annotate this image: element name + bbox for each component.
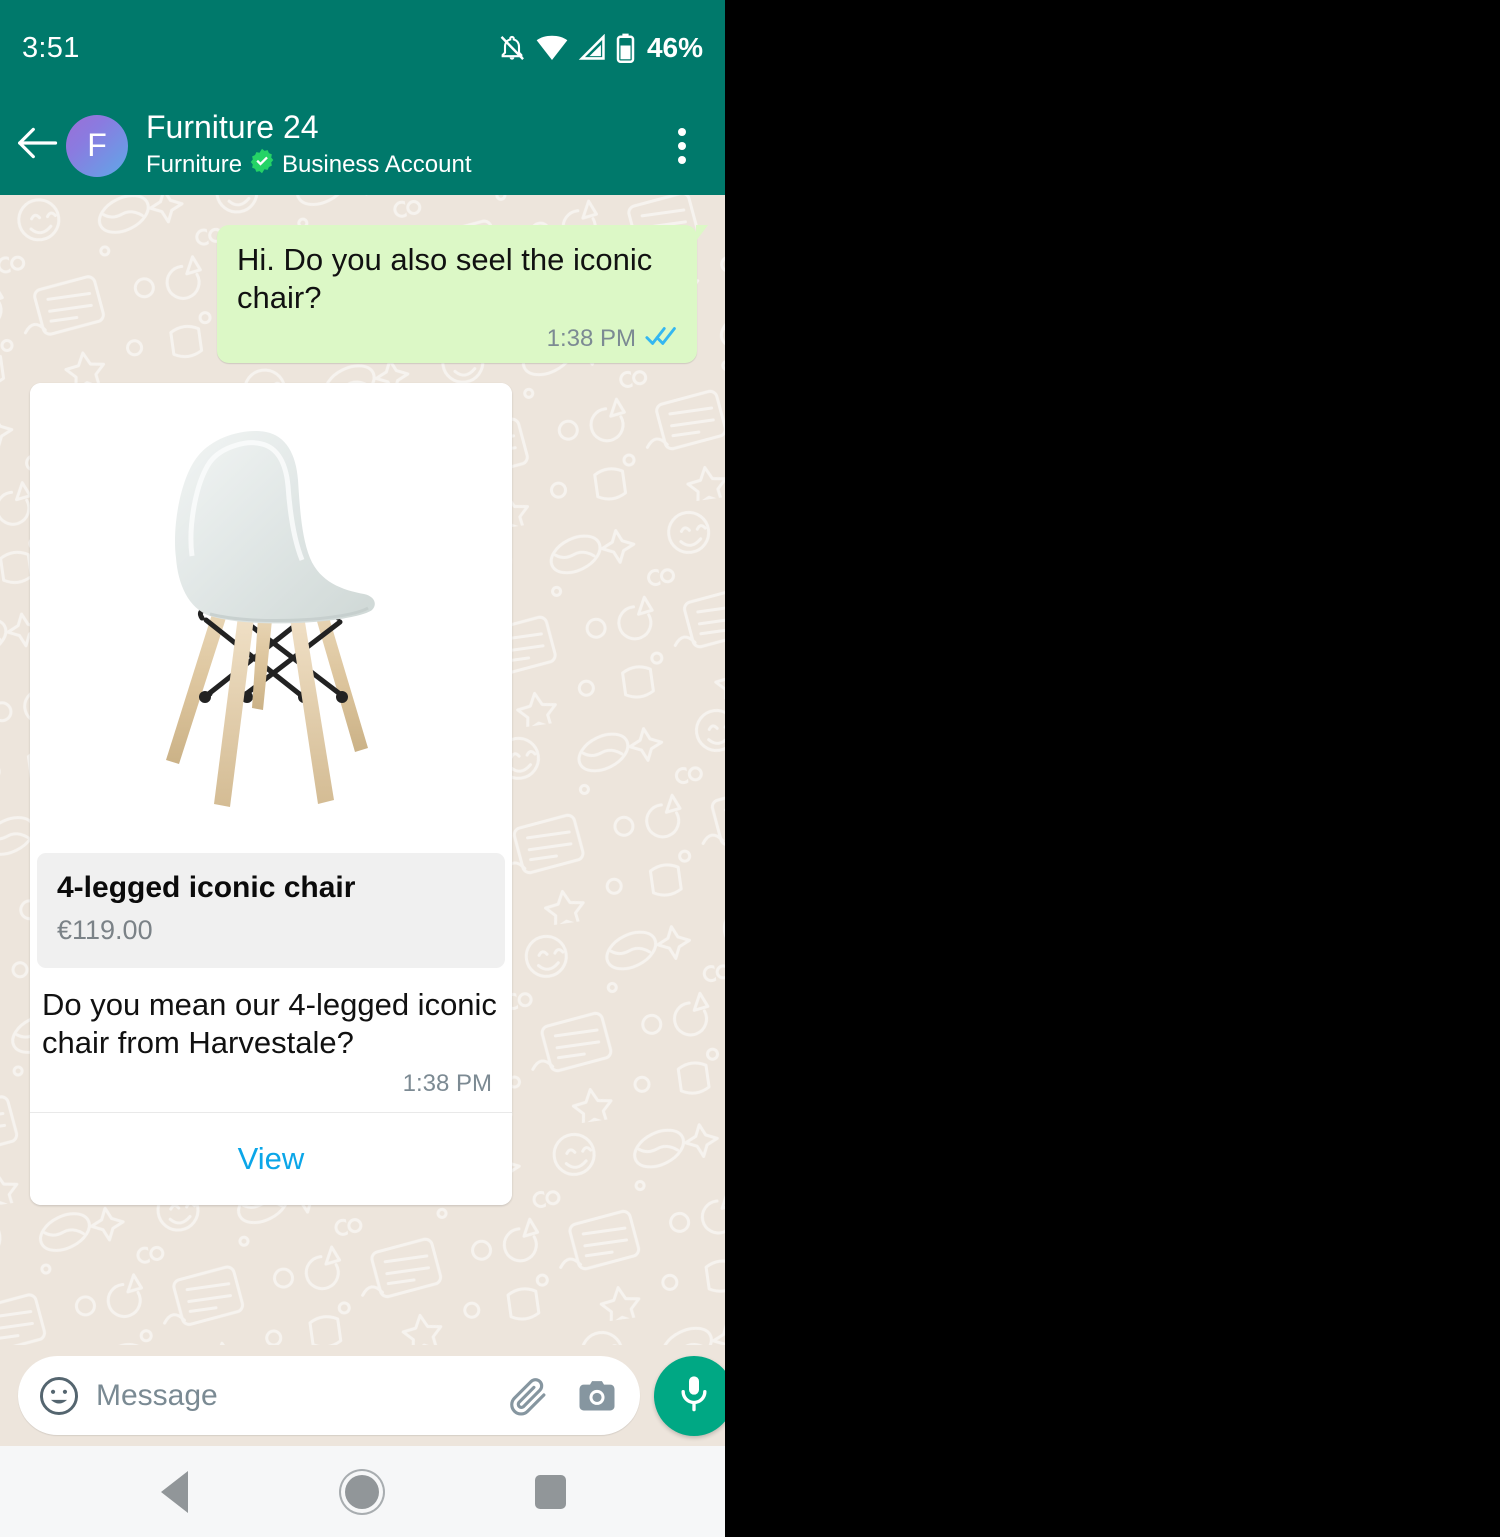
more-vertical-icon[interactable] xyxy=(659,116,705,176)
signal-icon xyxy=(578,34,606,62)
status-clock: 3:51 xyxy=(22,31,80,64)
chat-title-block[interactable]: Furniture 24 Furniture Business Account xyxy=(146,109,472,182)
wifi-icon xyxy=(536,34,568,62)
outgoing-message-meta: 1:38 PM xyxy=(237,325,679,353)
product-image[interactable] xyxy=(30,382,512,853)
incoming-message-meta: 1:38 PM xyxy=(42,1070,498,1098)
incoming-message-text: Do you mean our 4-legged iconic chair fr… xyxy=(42,987,497,1060)
back-button[interactable] xyxy=(14,123,60,169)
message-composer xyxy=(0,1345,725,1446)
business-category-label: Furniture xyxy=(146,150,243,178)
incoming-message-time: 1:38 PM xyxy=(402,1069,492,1097)
nav-home-button[interactable] xyxy=(317,1462,407,1522)
message-input-pill[interactable] xyxy=(18,1356,640,1435)
status-bar: 3:51 46% xyxy=(0,0,725,96)
chat-subtitle: Furniture Business Account xyxy=(146,148,472,182)
outgoing-message-bubble[interactable]: Hi. Do you also seel the iconic chair? 1… xyxy=(217,225,708,363)
chat-message-list[interactable]: Hi. Do you also seel the iconic chair? 1… xyxy=(0,195,725,1345)
business-account-label: Business Account xyxy=(282,150,472,178)
outgoing-message-text: Hi. Do you also seel the iconic chair? xyxy=(237,242,653,315)
battery-percent-label: 46% xyxy=(646,32,703,63)
avatar[interactable]: F xyxy=(66,114,128,177)
chair-illustration xyxy=(166,430,375,807)
bell-off-icon xyxy=(498,33,526,63)
status-icon-group: 46% xyxy=(498,32,703,64)
arrow-left-icon xyxy=(16,125,58,166)
android-navigation-bar xyxy=(0,1446,725,1537)
nav-recents-button[interactable] xyxy=(506,1462,596,1522)
nav-recents-square-icon xyxy=(535,1474,567,1509)
phone-screen: 3:51 46% F Furniture 24 Furniture Busine… xyxy=(0,0,725,1537)
paperclip-icon[interactable] xyxy=(508,1375,550,1417)
voice-record-button[interactable] xyxy=(654,1355,725,1436)
outgoing-message-time: 1:38 PM xyxy=(546,324,636,352)
nav-back-button[interactable] xyxy=(129,1462,219,1522)
product-price: €119.00 xyxy=(57,915,153,946)
incoming-message-body: Do you mean our 4-legged iconic chair fr… xyxy=(30,968,512,1108)
message-row-incoming: 4-legged iconic chair €119.00 Do you mea… xyxy=(0,363,725,1205)
page-title: Furniture 24 xyxy=(146,109,319,146)
chat-app-bar: F Furniture 24 Furniture Business Accoun… xyxy=(0,96,725,195)
search-input message-input[interactable] xyxy=(96,1378,482,1413)
microphone-icon xyxy=(674,1373,714,1418)
nav-back-triangle-icon xyxy=(160,1470,188,1513)
double-check-read-icon xyxy=(645,325,679,352)
product-message-card[interactable]: 4-legged iconic chair €119.00 Do you mea… xyxy=(30,382,512,1205)
nav-home-circle-icon xyxy=(345,1474,380,1509)
camera-icon[interactable] xyxy=(576,1375,618,1417)
view-button[interactable]: View xyxy=(30,1112,512,1205)
avatar-letter: F xyxy=(87,127,107,163)
battery-icon xyxy=(616,33,635,63)
product-name: 4-legged iconic chair xyxy=(57,870,356,904)
message-row-outgoing: Hi. Do you also seel the iconic chair? 1… xyxy=(0,211,725,363)
product-info-panel: 4-legged iconic chair €119.00 xyxy=(37,852,505,969)
verified-business-icon xyxy=(249,148,275,182)
emoji-smiley-icon[interactable] xyxy=(38,1375,80,1417)
